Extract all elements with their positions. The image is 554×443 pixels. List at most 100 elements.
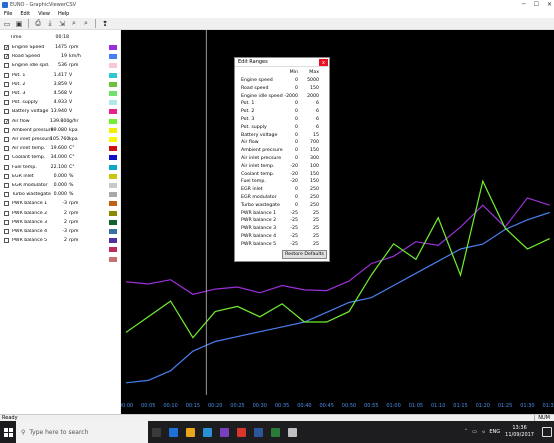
range-min-field[interactable]: -25 [283, 242, 298, 247]
zoom-in-icon[interactable]: ⌕ [69, 19, 79, 29]
channel-row[interactable]: PWR balance 2 2 rpm [0, 209, 120, 218]
range-max-field[interactable]: 25 [303, 242, 319, 247]
dialog-close-button[interactable]: x [319, 59, 328, 66]
network-icon[interactable]: ▭ [472, 429, 477, 435]
channel-checkbox[interactable]: ✓ [4, 45, 9, 51]
range-min-field[interactable]: 0 [283, 86, 298, 91]
range-min-field[interactable]: 0 [283, 133, 298, 138]
channel-row[interactable]: Pot. 1 1.417 V [0, 71, 120, 80]
clock[interactable]: 13:36 11/09/2017 [505, 425, 534, 439]
taskbar-app-icon[interactable] [250, 421, 267, 443]
range-max-field[interactable]: 2000 [303, 94, 319, 99]
channel-row[interactable]: PWR balance 3 2 rpm [0, 218, 120, 227]
channel-color-swatch[interactable] [109, 192, 117, 198]
channel-checkbox[interactable] [4, 210, 9, 216]
channel-color-swatch[interactable] [109, 81, 117, 87]
taskbar-app-icon[interactable] [216, 421, 233, 443]
range-max-field[interactable]: 25 [303, 234, 319, 239]
channel-checkbox[interactable] [4, 63, 9, 69]
channel-row[interactable]: EGR inlet 0.000% [0, 172, 120, 181]
range-max-field[interactable]: 250 [303, 195, 319, 200]
range-max-field[interactable]: 6 [303, 117, 319, 122]
range-min-field[interactable]: 0 [283, 109, 298, 114]
tray-arrow-icon[interactable]: ˄ [465, 429, 468, 435]
channel-color-swatch[interactable] [109, 137, 117, 142]
channel-checkbox[interactable] [4, 164, 9, 170]
export-icon[interactable]: ⇲ [57, 19, 67, 29]
channel-checkbox[interactable] [4, 183, 9, 188]
chart-area[interactable]: 00:00 00:05 00:10 00:15 00:20 00:25 00:30 00:35… [121, 30, 554, 414]
range-min-field[interactable]: 0 [283, 187, 298, 192]
channel-color-swatch[interactable] [109, 164, 117, 170]
range-min-field[interactable]: -25 [283, 226, 298, 231]
channel-row[interactable]: ✓ Road Speed 19 km/h [0, 52, 120, 61]
menu-help[interactable]: Help [58, 11, 69, 17]
range-min-field[interactable]: -20 [283, 164, 298, 169]
menu-file[interactable]: File [4, 11, 12, 17]
channel-checkbox[interactable] [4, 192, 9, 198]
channel-row[interactable]: Pot. 2 3.859 V [0, 80, 120, 89]
taskbar-app-icon[interactable] [199, 421, 216, 443]
channel-checkbox[interactable] [4, 100, 9, 106]
open-icon[interactable]: ▭ [2, 19, 12, 29]
channel-row[interactable]: Fuel temp. 22.100 C° [0, 163, 120, 172]
range-min-field[interactable]: 0 [283, 125, 298, 130]
channel-row[interactable]: PWR balance 4 -3 rpm [0, 227, 120, 236]
channel-color-swatch[interactable] [109, 238, 117, 244]
channel-color-swatch[interactable] [109, 247, 117, 253]
range-max-field[interactable]: 25 [303, 211, 319, 216]
start-button[interactable] [0, 421, 16, 443]
range-max-field[interactable]: 25 [303, 226, 319, 231]
range-max-field[interactable]: 150 [303, 172, 319, 177]
channel-checkbox[interactable] [4, 201, 9, 207]
channel-color-swatch[interactable] [109, 72, 117, 78]
channel-row[interactable]: PWR balance 1 -3 rpm [0, 199, 120, 208]
range-max-field[interactable]: 150 [303, 148, 319, 153]
range-max-field[interactable]: 25 [303, 218, 319, 223]
channel-color-swatch[interactable] [109, 210, 117, 216]
channel-row[interactable]: Battery voltage 13.940 V [0, 107, 120, 116]
info-icon[interactable]: ❢ [100, 19, 110, 29]
channel-color-swatch[interactable] [109, 109, 117, 115]
channel-color-swatch[interactable] [109, 256, 117, 262]
channel-row[interactable]: Engine idle spd. 536 rpm [0, 61, 120, 70]
channel-row[interactable]: Air inlet temp. 19.600 C° [0, 144, 120, 153]
menu-edit[interactable]: Edit [20, 11, 30, 17]
range-max-field[interactable]: 700 [303, 140, 319, 145]
restore-defaults-button[interactable]: Restore Defaults [282, 250, 327, 259]
range-min-field[interactable]: -20 [283, 179, 298, 184]
taskbar-app-icon[interactable] [165, 421, 182, 443]
channel-checkbox[interactable]: ✓ [4, 118, 9, 124]
range-min-field[interactable]: -25 [283, 218, 298, 223]
range-min-field[interactable]: 0 [283, 117, 298, 122]
channel-row[interactable]: ✓ Air flow 139.800 g/hr [0, 117, 120, 126]
taskbar-app-icon[interactable] [284, 421, 301, 443]
range-min-field[interactable]: -20 [283, 172, 298, 177]
taskbar-app-icon[interactable] [148, 421, 165, 443]
taskbar-app-icon[interactable] [267, 421, 284, 443]
volume-icon[interactable]: ◃ [482, 429, 485, 435]
range-max-field[interactable]: 6 [303, 125, 319, 130]
channel-row[interactable]: Pot. supply 4.933 V [0, 98, 120, 107]
notification-icon[interactable] [542, 427, 552, 437]
channel-checkbox[interactable] [4, 137, 9, 142]
channel-row[interactable] [0, 245, 120, 254]
channel-checkbox[interactable] [4, 238, 9, 244]
range-min-field[interactable]: 0 [283, 195, 298, 200]
menu-view[interactable]: View [38, 11, 50, 17]
taskbar-app-icon[interactable] [233, 421, 250, 443]
channel-row[interactable]: ✓ Engine Speed 1475 rpm [0, 43, 120, 52]
range-max-field[interactable]: 250 [303, 203, 319, 208]
channel-row[interactable]: Turbo wastegate 0.000% [0, 190, 120, 199]
channel-checkbox[interactable]: ✓ [4, 54, 9, 60]
channel-color-swatch[interactable] [109, 54, 117, 60]
channel-checkbox[interactable] [4, 219, 9, 225]
taskbar-search[interactable]: ⚲ Type here to search [16, 421, 148, 443]
channel-color-swatch[interactable] [109, 100, 117, 106]
range-min-field[interactable]: -2000 [283, 94, 298, 99]
maximize-button[interactable]: ☐ [534, 1, 539, 8]
range-min-field[interactable]: 0 [283, 78, 298, 83]
channel-color-swatch[interactable] [109, 127, 117, 133]
range-max-field[interactable]: 250 [303, 187, 319, 192]
save-icon[interactable]: ▣ [14, 19, 24, 29]
